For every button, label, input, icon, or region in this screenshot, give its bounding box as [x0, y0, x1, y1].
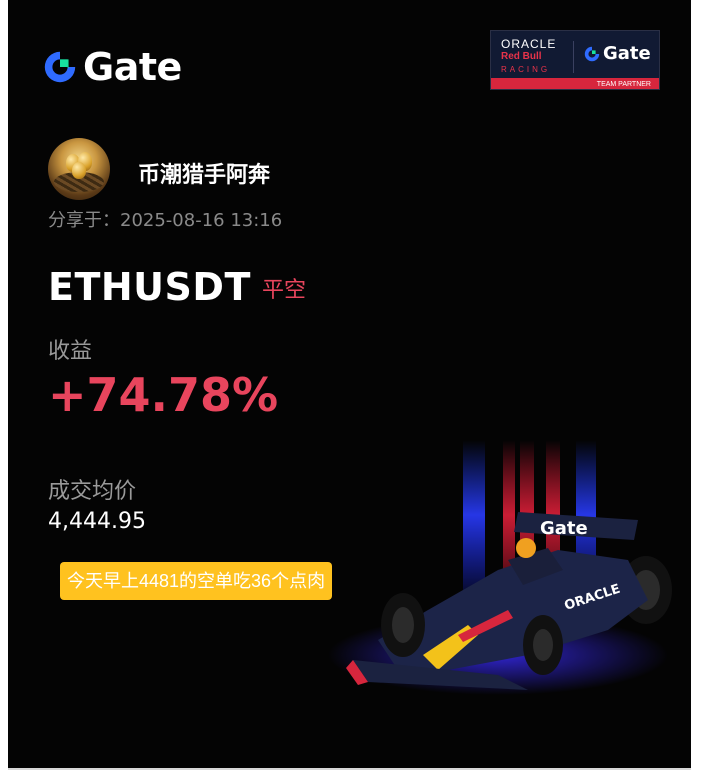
- team-partner-label: TEAM PARTNER: [596, 81, 651, 88]
- rear-wing-text: Gate: [540, 518, 588, 539]
- driver-helmet: [516, 538, 536, 558]
- pnl-value: +74.78%: [48, 368, 279, 422]
- trading-pair: ETHUSDT: [48, 265, 251, 309]
- gate-logo-text: Gate: [83, 45, 182, 89]
- share-card: Gate ORACLE Red Bull RACING Gate TEAM PA…: [8, 0, 691, 768]
- team-partner-badge: ORACLE Red Bull RACING Gate TEAM PARTNER: [490, 30, 660, 90]
- user-note: 今天早上4481的空单吃36个点肉: [60, 562, 333, 600]
- light-beam: [463, 440, 485, 590]
- avg-price-label: 成交均价: [48, 479, 137, 504]
- avatar[interactable]: [48, 138, 110, 200]
- redbull-text: Red Bull: [501, 51, 542, 62]
- gate-logo: Gate: [41, 45, 182, 89]
- share-timestamp: 分享于：2025-08-16 13:16: [48, 210, 283, 231]
- racing-text: RACING: [501, 65, 551, 74]
- oracle-text: ORACLE: [501, 37, 557, 51]
- badge-gate-logo: Gate: [583, 43, 651, 64]
- avg-price-value: 4,444.95: [48, 509, 146, 534]
- pnl-label: 收益: [48, 339, 93, 364]
- badge-gate-text: Gate: [603, 43, 651, 64]
- position-side: 平空: [262, 278, 307, 303]
- username[interactable]: 币潮猎手阿奔: [138, 157, 270, 189]
- gate-logo-icon: [44, 51, 76, 83]
- gate-small-icon: [584, 46, 600, 61]
- badge-divider: [573, 41, 574, 73]
- avatar-egg: [72, 162, 86, 179]
- card-bottom-border: [8, 768, 691, 770]
- f1-car-icon: Gate ORACLE: [328, 440, 672, 695]
